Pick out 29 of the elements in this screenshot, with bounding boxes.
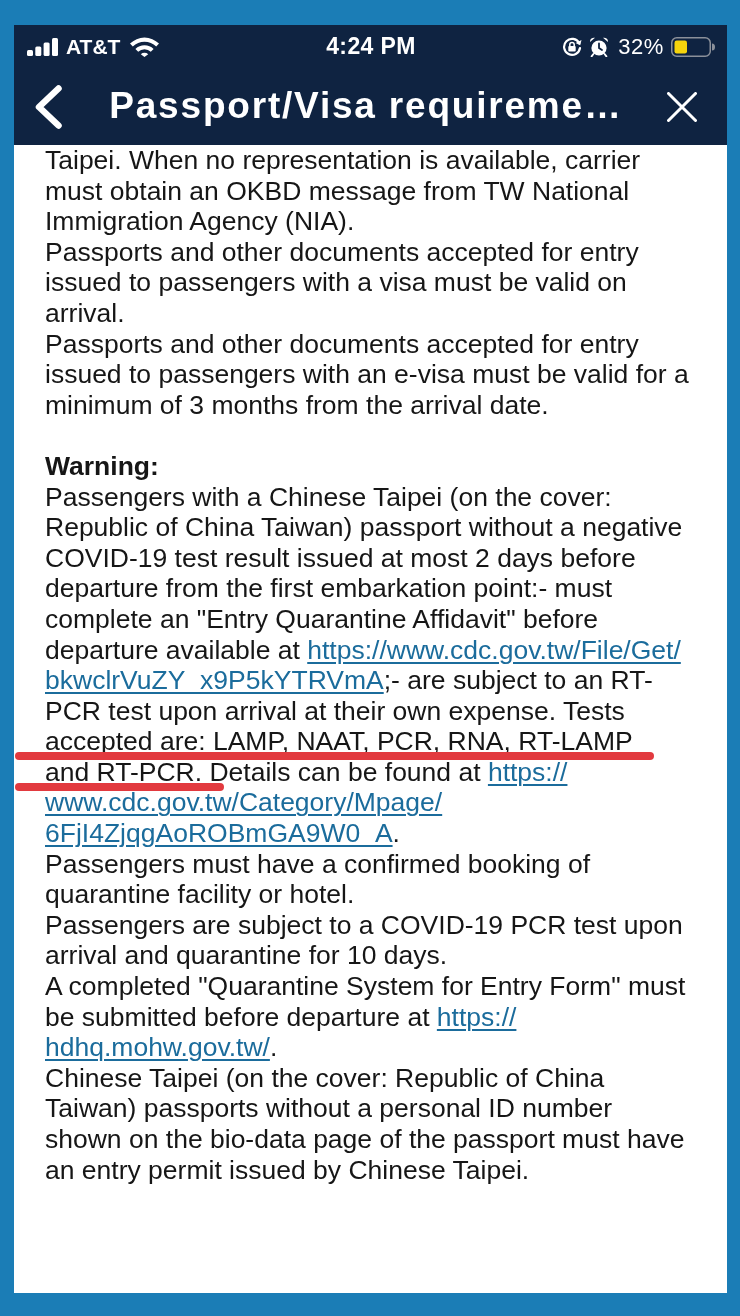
back-button[interactable]: [35, 84, 62, 129]
link[interactable]: https://: [487, 756, 568, 787]
link[interactable]: www.cdc.gov.tw/Category/Mpage/: [45, 787, 443, 818]
paragraph: Passengers are subject to a COVID-19 PCR test upon arrival and quarantine for 10 days.: [45, 909, 684, 972]
wifi-icon: [130, 36, 160, 57]
close-icon: [667, 91, 697, 122]
link[interactable]: https://: [436, 1001, 517, 1032]
link[interactable]: 6FjI4ZjqgAoROBmGA9W0_A: [45, 818, 393, 849]
paragraph: Passengers must have a confirmed booking of quarantine facility or hotel.: [45, 848, 592, 910]
clock-time: 4:24 PM: [326, 33, 416, 60]
battery-percent: 32%: [618, 33, 664, 60]
warning-heading: Warning:: [45, 450, 160, 482]
paragraph: Chinese Taipei (on the cover: Republic of China Taiwan) passports without a personal ID number shown on the bio-data page of the passport must have an entry permit issued by Chinese Taipei.: [45, 1062, 686, 1186]
rotation-lock-icon: [562, 36, 583, 57]
link[interactable]: https://www.cdc.gov.tw/File/Get/: [307, 634, 681, 665]
chevron-left-icon: [35, 84, 62, 129]
alarm-clock-icon: [589, 36, 610, 57]
paragraph: Passports and other documents accepted for entry issued to passengers with an e-visa must be valid for a minimum of 3 months from the arrival date.: [45, 328, 690, 421]
signal-icon: [27, 37, 58, 56]
paragraph: Passengers with a Chinese Taipei (on the cover: Republic of China Taiwan) passport without a negative COVID-19 test result issued at most 2 days before departure from the first embarkation point:- must complete an "Entry Quarantine Affidavit" before departure available at https://www.cdc.gov.tw/File/Get/ bkwclrVuZY_x9P5kYTRVmA;- are subject to an RT-PCR test upon arrival at their own expense. Tests accepted are: LAMP, NAAT, PCR, RNA, RT-LAMP and RT-PCR. Details can be found at https:// www.cdc.gov.tw/Category/Mpage/ 6FjI4ZjqgAoROBmGA9W0_A.: [45, 481, 695, 849]
paragraph: A completed "Quarantine System for Entry Form" must be submitted before departure at https:// hdhq.mohw.gov.tw/.: [45, 971, 687, 1063]
link[interactable]: hdhq.mohw.gov.tw/: [45, 1032, 270, 1063]
carrier-name: AT&T: [66, 34, 121, 59]
close-button[interactable]: [667, 91, 697, 122]
page-title: Passport/Visa requireme…: [109, 84, 623, 128]
paragraph: Passports and other documents accepted for entry issued to passengers with a visa must be valid on arrival.: [45, 236, 640, 329]
battery-icon: [671, 36, 715, 57]
link[interactable]: bkwclrVuZY_x9P5kYTRVmA: [45, 665, 384, 696]
paragraph: Taipei. When no representation is available, carrier must obtain an OKBD message from TW National Immigration Agency (NIA).: [45, 145, 642, 237]
